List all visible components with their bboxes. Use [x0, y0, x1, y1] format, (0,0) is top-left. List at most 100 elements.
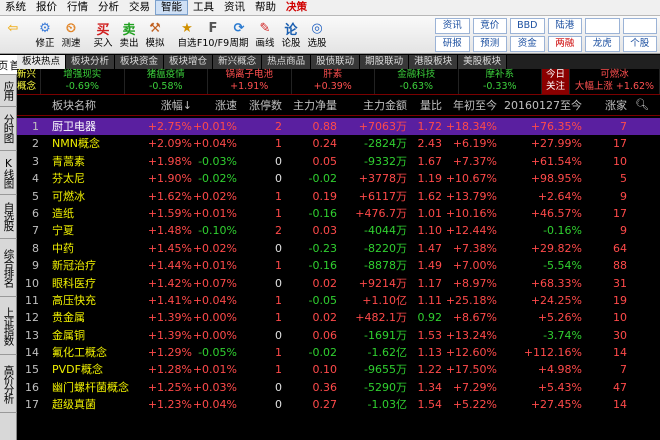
table-row[interactable]: 14 氟化工概念 +1.29% -0.05% 1 -0.02 -1.62亿 1.13 +12.6…: [17, 344, 660, 361]
toolbar-button-5[interactable]: ⚒ 模拟: [142, 16, 168, 54]
ticker-item-4[interactable]: 金融科技 -0.63%: [375, 69, 459, 94]
search-icon[interactable]: 🔍︎: [635, 98, 657, 111]
table-row[interactable]: 9 新冠治疗 +1.44% +0.01% 1 -0.16 -8878万 1.49 +7.00% -…: [17, 257, 660, 274]
menu-item-2[interactable]: 行情: [62, 0, 93, 15]
toolbar-shortcut-7[interactable]: 预测: [472, 36, 507, 52]
table-row[interactable]: 1 厨卫电器 +2.75% +0.01% 2 0.88 +7063万 1.72 +18.34% +…: [17, 118, 660, 136]
sidebar-tab-6[interactable]: 上证指数: [0, 297, 17, 355]
menu-item-4[interactable]: 交易: [124, 0, 155, 15]
table-row[interactable]: 12 贵金属 +1.39% +0.00% 1 0.02 +482.1万 0.92 +8.67% +…: [17, 309, 660, 326]
toolbar-button-9[interactable]: ✎ 画线: [252, 16, 278, 54]
tab-7[interactable]: 期股联动: [360, 55, 410, 69]
col-rank[interactable]: [17, 97, 47, 115]
toolbar-button-11[interactable]: ◎ 选股: [304, 16, 330, 54]
table-row[interactable]: 5 可燃冰 +1.62% +0.02% 1 0.19 +6117万 1.62 +13.79% +2…: [17, 188, 660, 205]
cell-board-name[interactable]: 氟化工概念: [47, 344, 137, 361]
cell-board-name[interactable]: 宁夏: [47, 222, 137, 239]
table-row[interactable]: 13 金属铜 +1.39% +0.00% 0 0.06 -1691万 1.53 +13.24% -…: [17, 327, 660, 344]
col-change-pct[interactable]: 涨幅↓: [137, 97, 192, 115]
toolbar-shortcut-9[interactable]: 两融: [547, 36, 582, 52]
table-row[interactable]: 16 幽门螺杆菌概念 +1.25% +0.03% 0 0.36 -5290万 1.34 +7.2…: [17, 379, 660, 396]
tab-8[interactable]: 港股板块: [409, 55, 459, 69]
tab-1[interactable]: 板块分析: [66, 55, 116, 69]
menu-item-5[interactable]: 智能: [155, 0, 188, 15]
col-board-name[interactable]: 板块名称: [47, 97, 137, 115]
tab-6[interactable]: 股债联动: [311, 55, 361, 69]
cell-board-name[interactable]: 金属铜: [47, 327, 137, 344]
cell-board-name[interactable]: 眼科医疗: [47, 275, 137, 292]
cell-board-name[interactable]: PVDF概念: [47, 361, 137, 378]
ticker-item-1[interactable]: 猪瘟疫情 -0.58%: [125, 69, 208, 94]
cell-board-name[interactable]: 厨卫电器: [47, 118, 137, 135]
col-change-speed[interactable]: 涨速: [192, 97, 237, 115]
toolbar-shortcut-1[interactable]: 竞价: [472, 18, 507, 34]
col-ytd[interactable]: 年初至今: [442, 97, 497, 115]
menu-item-0[interactable]: 系统: [0, 0, 31, 15]
ticker-item-3[interactable]: 肝素 +0.39%: [292, 69, 375, 94]
cell-board-name[interactable]: NMN概念: [47, 135, 137, 152]
toolbar-button-2[interactable]: ⏲ 测速: [58, 16, 84, 54]
table-row[interactable]: 2 NMN概念 +2.09% +0.04% 1 0.24 -2824万 2.43 +6.19% +…: [17, 135, 660, 152]
table-row[interactable]: 17 超级真菌 +1.23% +0.04% 0 0.27 -1.03亿 1.54 +5.22% +…: [17, 396, 660, 413]
menu-item-8[interactable]: 帮助: [250, 0, 281, 15]
sidebar-tab-3[interactable]: K线图: [0, 151, 17, 195]
menu-item-6[interactable]: 工具: [188, 0, 219, 15]
toolbar-shortcut-3[interactable]: 陆港: [547, 18, 582, 34]
col-main-amount[interactable]: 主力金额: [337, 97, 407, 115]
cell-board-name[interactable]: 新冠治疗: [47, 257, 137, 274]
tab-0[interactable]: 板块热点: [17, 55, 67, 69]
col-since-20160127[interactable]: 20160127至今: [497, 97, 582, 115]
table-row[interactable]: 4 芬太尼 +1.90% -0.02% 0 -0.02 +3778万 1.19 +10.67% +…: [17, 170, 660, 187]
tab-9[interactable]: 美股板块: [458, 55, 508, 69]
col-main-net-volume[interactable]: 主力净量: [282, 97, 337, 115]
col-limit-up-count[interactable]: 涨停数: [237, 97, 282, 115]
sidebar-tab-4[interactable]: 自选股: [0, 195, 17, 239]
cell-board-name[interactable]: 高压快充: [47, 292, 137, 309]
ticker-item-2[interactable]: 锅离子电池 +1.91%: [208, 69, 292, 94]
col-up-count[interactable]: 涨家: [582, 97, 630, 115]
sidebar-tab-1[interactable]: 应用: [0, 75, 17, 107]
toolbar-shortcut-0[interactable]: 资讯: [435, 18, 470, 34]
toolbar-shortcut-10[interactable]: 龙虎: [585, 36, 620, 52]
sidebar-tab-5[interactable]: 综合排名: [0, 239, 17, 297]
cell-board-name[interactable]: 中药: [47, 240, 137, 257]
tab-4[interactable]: 新兴概念: [213, 55, 263, 69]
cell-board-name[interactable]: 芬太尼: [47, 170, 137, 187]
ticker-tail[interactable]: 可燃冰 大幅上涨 +1.62%: [570, 69, 660, 94]
ticker-item-0[interactable]: 增强现实 -0.69%: [41, 69, 125, 94]
menu-item-7[interactable]: 资讯: [219, 0, 250, 15]
cell-board-name[interactable]: 造纸: [47, 205, 137, 222]
toolbar-button-3[interactable]: 买买入: [90, 16, 116, 54]
tab-5[interactable]: 热点商品: [262, 55, 312, 69]
today-focus-button[interactable]: 今日关注: [542, 69, 570, 94]
table-row[interactable]: 3 青蒿素 +1.98% -0.03% 0 0.05 -9332万 1.67 +7.37% +61…: [17, 153, 660, 170]
col-volume-ratio[interactable]: 量比: [407, 97, 442, 115]
toolbar-shortcut-8[interactable]: 资金: [510, 36, 545, 52]
toolbar-button-7[interactable]: F F10/F9: [197, 16, 229, 54]
cell-board-name[interactable]: 贵金属: [47, 309, 137, 326]
toolbar-button-4[interactable]: 卖卖出: [116, 16, 142, 54]
sidebar-tab-7[interactable]: 高价分析: [0, 355, 17, 413]
table-row[interactable]: 7 宁夏 +1.48% -0.10% 2 0.03 -4044万 1.10 +12.44% -0.…: [17, 222, 660, 239]
ticker-item-5[interactable]: 摩补系 -0.33%: [459, 69, 542, 94]
menu-item-3[interactable]: 分析: [93, 0, 124, 15]
cell-board-name[interactable]: 幽门螺杆菌概念: [47, 379, 137, 396]
cell-board-name[interactable]: 青蒿素: [47, 153, 137, 170]
table-row[interactable]: 11 高压快充 +1.41% +0.04% 1 -0.05 +1.10亿 1.11 +25.18…: [17, 292, 660, 309]
toolbar-shortcut-5[interactable]: [622, 18, 657, 34]
table-row[interactable]: 15 PVDF概念 +1.28% +0.01% 1 0.10 -9655万 1.22 +17.5…: [17, 361, 660, 378]
toolbar-shortcut-11[interactable]: 个股: [622, 36, 657, 52]
menu-item-9[interactable]: 决策: [281, 0, 312, 15]
toolbar-button-1[interactable]: ⚙ 修正: [32, 16, 58, 54]
toolbar-button-0[interactable]: ⇦: [0, 16, 26, 54]
toolbar-button-8[interactable]: ⟳ 周期: [226, 16, 252, 54]
table-row[interactable]: 8 中药 +1.45% +0.02% 0 -0.23 -8220万 1.47 +7.38% +29…: [17, 240, 660, 257]
ticker-lead-label[interactable]: 新兴概念: [17, 69, 41, 94]
menu-item-1[interactable]: 报价: [31, 0, 62, 15]
sidebar-tab-2[interactable]: 分时图: [0, 107, 17, 151]
cell-board-name[interactable]: 超级真菌: [47, 396, 137, 413]
sidebar-tab-0[interactable]: 首页: [0, 55, 21, 75]
toolbar-button-10[interactable]: 论论股: [278, 16, 304, 54]
toolbar-shortcut-6[interactable]: 研报: [435, 36, 470, 52]
tab-3[interactable]: 板块增仓: [164, 55, 214, 69]
